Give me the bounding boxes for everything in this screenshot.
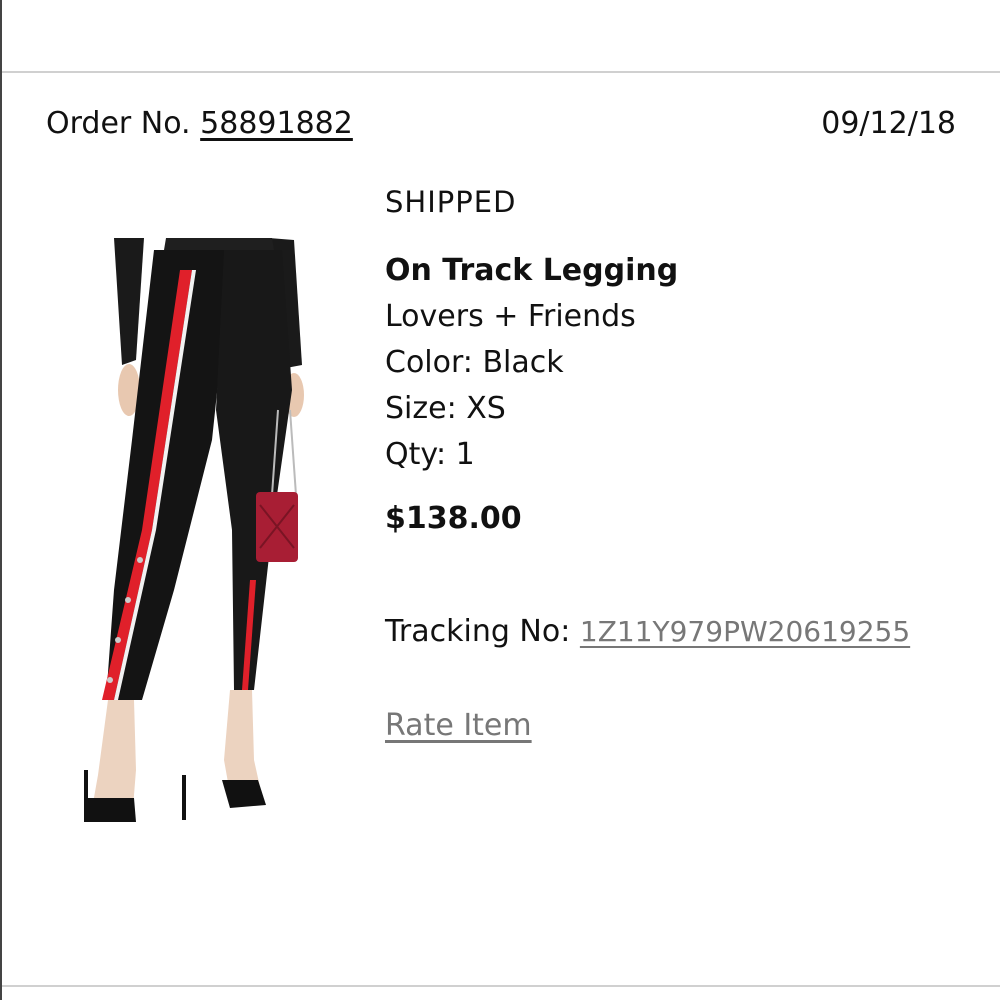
product-price: $138.00 [385, 501, 522, 536]
bottom-divider [2, 985, 1000, 987]
order-header: Order No. 58891882 [46, 104, 353, 144]
rate-item-link[interactable]: Rate Item [385, 704, 532, 748]
product-brand: Lovers + Friends [385, 299, 636, 334]
product-color: Color: Black [385, 345, 564, 380]
order-date: 09/12/18 [821, 106, 956, 141]
arm-left [114, 238, 144, 365]
tracking-label: Tracking No: [385, 614, 571, 649]
shoe-left [84, 798, 136, 822]
order-number-link[interactable]: 58891882 [200, 106, 353, 141]
product-image[interactable] [54, 230, 334, 845]
product-size: Size: XS [385, 391, 506, 426]
item-details: SHIPPED On Track Legging Lovers + Friend… [385, 180, 975, 748]
tracking-line: Tracking No: 1Z11Y979PW20619255 [385, 610, 975, 654]
top-divider [2, 71, 1000, 73]
order-card: Order No. 58891882 09/12/18 SHIPPED On T… [0, 0, 1000, 1000]
leg-right [216, 250, 292, 690]
torso [164, 238, 274, 250]
shoe-right [222, 780, 266, 808]
shipping-status: SHIPPED [385, 185, 517, 219]
tracking-number-link[interactable]: 1Z11Y979PW20619255 [580, 615, 910, 648]
order-label: Order No. [46, 106, 191, 141]
product-name[interactable]: On Track Legging [385, 248, 975, 294]
product-qty: Qty: 1 [385, 437, 475, 472]
